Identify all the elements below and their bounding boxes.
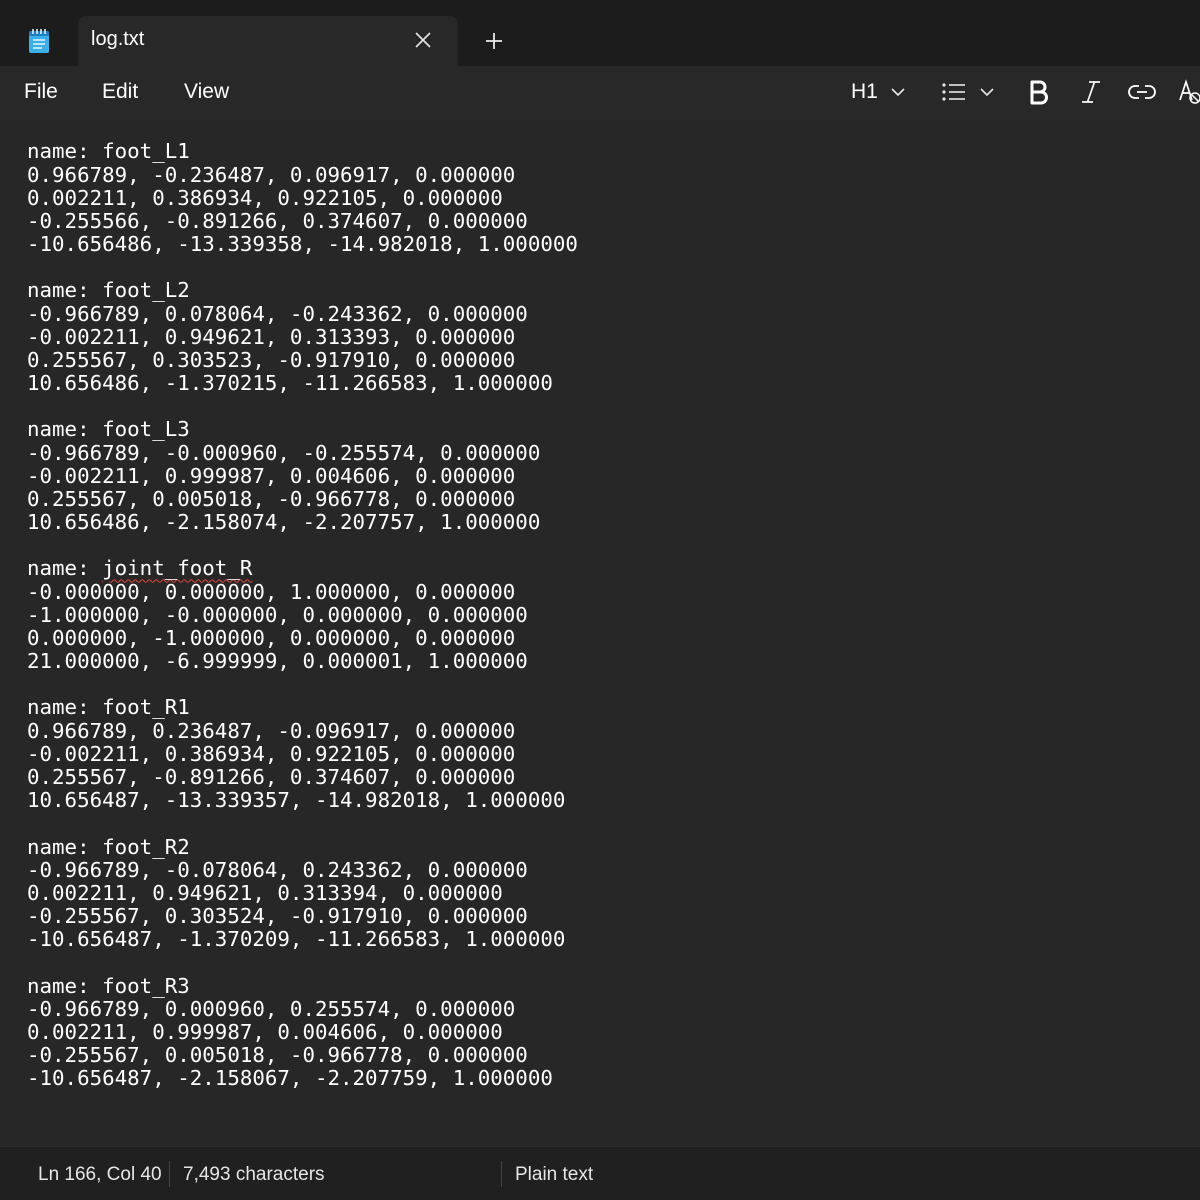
chevron-down-icon xyxy=(891,88,905,97)
text-line: -10.656487, -2.158067, -2.207759, 1.0000… xyxy=(27,1066,553,1091)
clear-formatting-button[interactable] xyxy=(1178,78,1200,106)
text-line: name: foot_L3 xyxy=(27,417,190,442)
menu-edit[interactable]: Edit xyxy=(102,80,138,104)
misspelled-word[interactable]: joint_foot_R xyxy=(102,556,252,580)
text-line: -0.002211, 0.949621, 0.313393, 0.000000 xyxy=(27,324,516,349)
text-line xyxy=(27,534,578,557)
plus-icon[interactable] xyxy=(482,29,506,53)
text-line: -0.966789, -0.000960, -0.255574, 0.00000… xyxy=(27,440,541,465)
text-line: 0.255567, 0.303523, -0.917910, 0.000000 xyxy=(27,347,516,372)
text-line: -0.255567, 0.303524, -0.917910, 0.000000 xyxy=(27,904,528,929)
text-line: -0.966789, 0.000960, 0.255574, 0.000000 xyxy=(27,996,516,1021)
clear-formatting-icon xyxy=(1179,79,1200,104)
italic-icon xyxy=(1082,81,1100,103)
text-line: 0.002211, 0.949621, 0.313394, 0.000000 xyxy=(27,880,503,905)
text-line: -1.000000, -0.000000, 0.000000, 0.000000 xyxy=(27,602,528,627)
title-bar[interactable]: log.txt xyxy=(0,0,1200,66)
text-line: name: joint_foot_R xyxy=(27,557,578,580)
link-icon xyxy=(1128,85,1156,99)
text-line: 0.966789, 0.236487, -0.096917, 0.000000 xyxy=(27,718,516,743)
link-button[interactable] xyxy=(1128,78,1156,106)
tab-title: log.txt xyxy=(91,28,145,50)
text-line xyxy=(27,673,578,696)
text-line: name: foot_L1 xyxy=(27,139,190,164)
notepad-window: log.txt File Edit View H1 name: foot_L1 … xyxy=(0,0,1200,1200)
text-line xyxy=(27,256,578,279)
heading-dropdown[interactable]: H1 xyxy=(851,78,906,106)
text-line: -10.656487, -1.370209, -11.266583, 1.000… xyxy=(27,927,566,952)
text-editor[interactable]: 21.000000, 6.999999, 0.000000, 1.000000 … xyxy=(0,118,1200,1146)
cursor-position[interactable]: Ln 166, Col 40 xyxy=(38,1164,162,1186)
menu-view[interactable]: View xyxy=(184,80,229,104)
italic-button[interactable] xyxy=(1080,78,1102,106)
text-line: -0.002211, 0.386934, 0.922105, 0.000000 xyxy=(27,741,516,766)
text-line: 10.656486, -1.370215, -11.266583, 1.0000… xyxy=(27,371,553,396)
chevron-down-icon xyxy=(980,88,994,97)
status-divider xyxy=(501,1161,502,1187)
document-text[interactable]: 21.000000, 6.999999, 0.000000, 1.000000 … xyxy=(27,118,578,1090)
text-line xyxy=(27,118,578,140)
text-line: -0.000000, 0.000000, 1.000000, 0.000000 xyxy=(27,579,516,604)
character-count: 7,493 characters xyxy=(183,1164,325,1185)
menu-file[interactable]: File xyxy=(24,80,58,104)
text-line xyxy=(27,951,578,974)
text-line: -0.966789, -0.078064, 0.243362, 0.000000 xyxy=(27,857,528,882)
list-dropdown[interactable] xyxy=(941,78,995,106)
heading-label: H1 xyxy=(851,80,878,103)
text-line: -0.002211, 0.999987, 0.004606, 0.000000 xyxy=(27,463,516,488)
text-line xyxy=(27,395,578,418)
close-icon[interactable] xyxy=(412,29,434,51)
text-line xyxy=(27,812,578,835)
text-line: name: foot_R1 xyxy=(27,695,190,720)
file-format[interactable]: Plain text xyxy=(515,1164,593,1186)
text-line: 0.255567, 0.005018, -0.966778, 0.000000 xyxy=(27,486,516,511)
bold-button[interactable] xyxy=(1028,78,1050,106)
text-line: 21.000000, -6.999999, 0.000001, 1.000000 xyxy=(27,649,528,674)
tab-log-txt[interactable]: log.txt xyxy=(78,16,458,66)
bold-icon xyxy=(1030,80,1048,105)
text-line: name: foot_R3 xyxy=(27,973,190,998)
text-line: 10.656487, -13.339357, -14.982018, 1.000… xyxy=(27,788,566,813)
text-line: name: foot_R2 xyxy=(27,834,190,859)
text-line: 0.002211, 0.999987, 0.004606, 0.000000 xyxy=(27,1019,503,1044)
text-line: -10.656486, -13.339358, -14.982018, 1.00… xyxy=(27,232,578,257)
text-line: 0.002211, 0.386934, 0.922105, 0.000000 xyxy=(27,185,503,210)
text-line: 10.656486, -2.158074, -2.207757, 1.00000… xyxy=(27,510,541,535)
text-line: -0.255566, -0.891266, 0.374607, 0.000000 xyxy=(27,208,528,233)
status-bar: Ln 166, Col 40 7,493 characters Plain te… xyxy=(0,1146,1200,1200)
text-line: 0.000000, -1.000000, 0.000000, 0.000000 xyxy=(27,625,516,650)
text-line: -0.255567, 0.005018, -0.966778, 0.000000 xyxy=(27,1043,528,1068)
text-line: 0.255567, -0.891266, 0.374607, 0.000000 xyxy=(27,764,516,789)
text-line: 0.966789, -0.236487, 0.096917, 0.000000 xyxy=(27,162,516,187)
text-line: name: foot_L2 xyxy=(27,278,190,303)
text-line: -0.966789, 0.078064, -0.243362, 0.000000 xyxy=(27,301,528,326)
status-divider xyxy=(169,1161,170,1187)
notepad-icon xyxy=(29,29,49,53)
bulleted-list-icon xyxy=(942,83,965,101)
menu-bar: File Edit View H1 xyxy=(0,66,1200,118)
line-prefix: name: xyxy=(27,556,103,581)
